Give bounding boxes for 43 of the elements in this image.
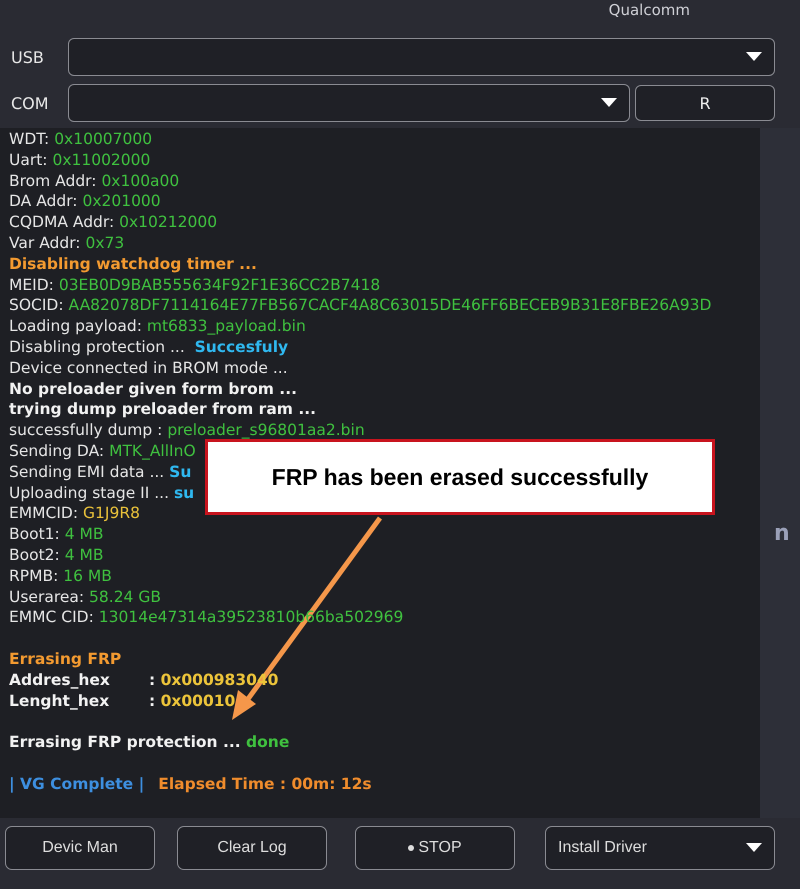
log-line: Errasing FRP [9, 648, 122, 670]
log-line: Disabling protection ... Succesfuly [9, 336, 288, 358]
log-line: SOCID: AA82078DF7114164E77FB567CACF4A8C63015DE46FF6BECEB9B31E8FBE26A93D [9, 295, 712, 316]
tab-label[interactable]: Qualcomm [608, 1, 690, 19]
log-line: Uart: 0x11002000 [9, 150, 150, 171]
log-line: successfully dump : preloader_s96801aa2.bin [9, 420, 365, 441]
log-line: No preloader given form brom ... [9, 378, 297, 400]
log-line: DA Addr: 0x201000 [9, 191, 161, 212]
usb-label: USB [10, 48, 45, 66]
log-line: Userarea: 58.24 GB [9, 586, 161, 608]
log-line: Brom Addr: 0x100a00 [9, 170, 180, 192]
log-line: CQDMA Addr: 0x10212000 [9, 212, 218, 233]
log-line: Sending DA: MTK_AllInO [9, 440, 196, 462]
com-label: COM [10, 94, 50, 112]
log-line: Disabling watchdog timer ... [9, 254, 257, 275]
caret-icon [746, 52, 762, 62]
log-line: Boot1: 4 MB [9, 524, 104, 545]
log-line: RPMB: 16 MB [9, 566, 112, 587]
log-line: Device connected in BROM mode ... [9, 358, 288, 379]
caret-icon [601, 98, 617, 108]
dropdown[interactable]: Install Driver [545, 826, 775, 870]
stop-button[interactable]: STOP [355, 826, 515, 870]
log-line: | VG Complete | Elapsed Time : 00m: 12s [9, 774, 372, 794]
refresh-button[interactable]: R [635, 85, 775, 121]
caret-icon [746, 843, 762, 853]
button[interactable]: Clear Log [177, 826, 327, 870]
callout-box: FRP has been erased successfully [205, 439, 715, 515]
log-line: Sending EMI data ... Su [9, 462, 192, 483]
com-dropdown[interactable] [68, 84, 630, 122]
log-line: Errasing FRP protection ... done [9, 732, 290, 753]
side-text: n [774, 521, 790, 546]
log-line: Var Addr: 0x73 [9, 232, 124, 254]
log-line: Uploading stage II ... su [9, 482, 194, 504]
log-line: Lenght_hex : 0x00010 [9, 690, 236, 712]
log-line: EMMCID: G1J9R8 [9, 503, 140, 524]
log-line: trying dump preloader from ram ... [9, 399, 316, 420]
dot-icon [408, 845, 414, 851]
usb-dropdown[interactable] [68, 38, 775, 76]
log-line: WDT: 0x10007000 [9, 129, 152, 150]
log-line: Boot2: 4 MB [9, 544, 104, 566]
log-line: Loading payload: mt6833_payload.bin [9, 316, 306, 337]
button[interactable]: Devic Man [5, 826, 155, 870]
log-line: MEID: 03EB0D9BAB555634F92F1E36CC2B7418 [9, 274, 380, 296]
